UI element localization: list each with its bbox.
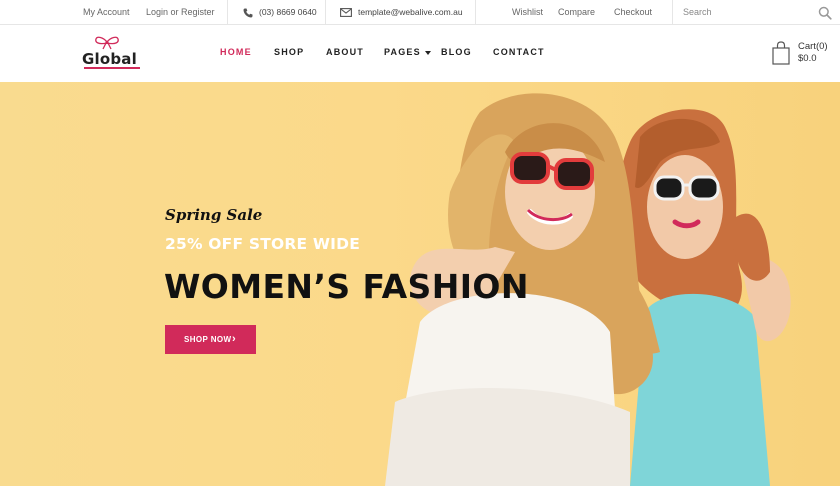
email-address: template@webalive.com.au bbox=[358, 7, 463, 17]
hero-banner: Spring Sale 25% OFF STORE WIDE WOMEN’S F… bbox=[0, 82, 840, 486]
phone-icon bbox=[243, 8, 253, 18]
nav-pages-label: PAGES bbox=[384, 47, 421, 57]
cart-label: Cart(0) bbox=[798, 41, 828, 52]
discount-text: 25% OFF STORE WIDE bbox=[165, 235, 360, 253]
checkout-link[interactable]: Checkout bbox=[614, 0, 652, 25]
wishlist-link[interactable]: Wishlist bbox=[512, 0, 543, 25]
login-register-link[interactable]: Login or Register bbox=[146, 0, 215, 25]
divider bbox=[227, 0, 228, 25]
divider bbox=[672, 0, 673, 25]
logo-underline bbox=[84, 67, 140, 69]
my-account-link[interactable]: My Account bbox=[83, 0, 130, 25]
nav-contact[interactable]: CONTACT bbox=[493, 47, 545, 57]
shop-now-label: SHOP NOW bbox=[184, 335, 232, 344]
search-icon[interactable] bbox=[818, 6, 832, 20]
divider bbox=[325, 0, 326, 25]
cart-total: $0.0 bbox=[798, 53, 817, 64]
logo[interactable]: Global bbox=[82, 36, 146, 72]
nav-home[interactable]: HOME bbox=[220, 47, 252, 57]
chevron-down-icon bbox=[424, 50, 431, 55]
chevron-right-icon: › bbox=[232, 333, 237, 345]
cart-button[interactable]: Cart(0) $0.0 bbox=[772, 41, 832, 67]
logo-text: Global bbox=[82, 50, 137, 68]
cart-icon bbox=[772, 41, 790, 65]
phone-contact[interactable]: (03) 8669 0640 bbox=[243, 0, 317, 25]
compare-link[interactable]: Compare bbox=[558, 0, 595, 25]
phone-number: (03) 8669 0640 bbox=[259, 7, 317, 17]
promo-label: Spring Sale bbox=[165, 206, 263, 224]
bow-icon bbox=[95, 36, 119, 50]
email-contact[interactable]: template@webalive.com.au bbox=[340, 0, 463, 25]
search-input[interactable]: Search bbox=[683, 0, 712, 25]
email-icon bbox=[340, 8, 352, 18]
nav-pages[interactable]: PAGES bbox=[384, 47, 431, 57]
nav-blog[interactable]: BLOG bbox=[441, 47, 472, 57]
top-bar: My Account Login or Register (03) 8669 0… bbox=[0, 0, 840, 25]
hero-headline: WOMEN’S FASHION bbox=[164, 267, 529, 306]
shop-now-button[interactable]: SHOP NOW › bbox=[165, 325, 256, 354]
divider bbox=[475, 0, 476, 25]
main-header: Global HOME SHOP ABOUT PAGES BLOG CONTAC… bbox=[0, 25, 840, 82]
nav-about[interactable]: ABOUT bbox=[326, 47, 364, 57]
nav-shop[interactable]: SHOP bbox=[274, 47, 304, 57]
